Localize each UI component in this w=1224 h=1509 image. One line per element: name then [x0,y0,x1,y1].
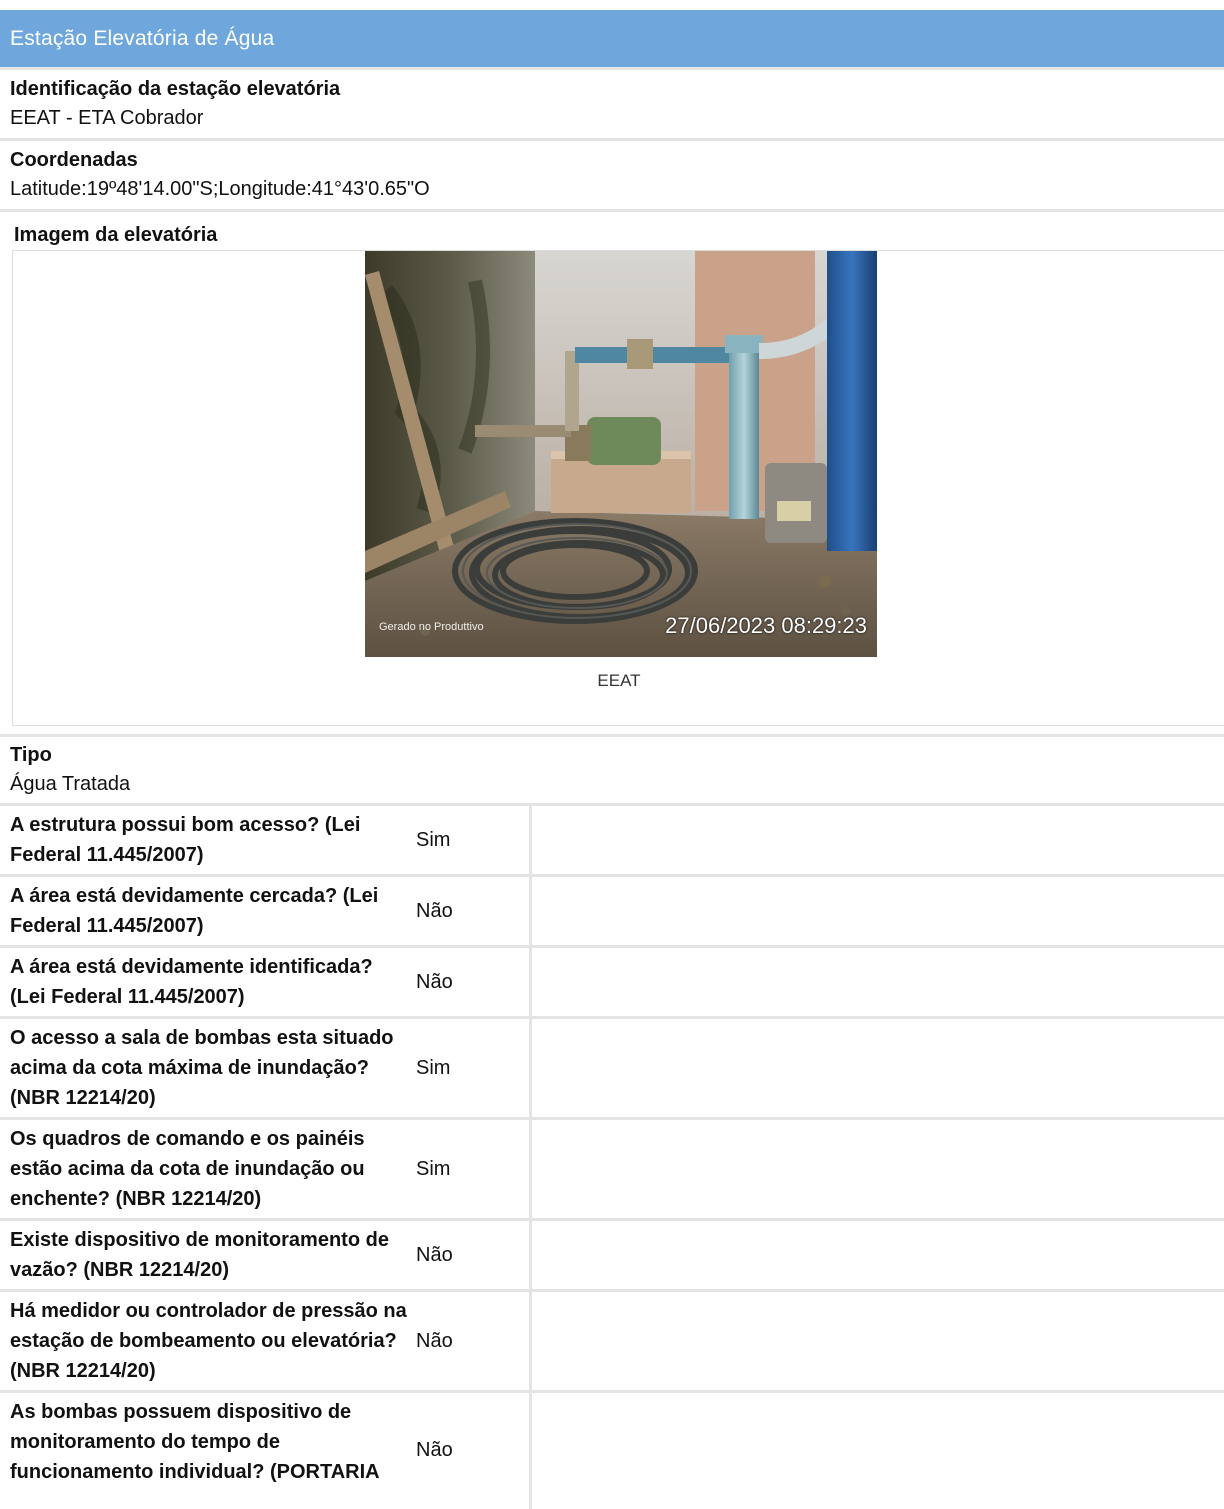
image-caption: EEAT [597,671,641,690]
notes-cell [530,1290,1224,1393]
checklist-table: A estrutura possui bom acesso? (Lei Fede… [0,806,1224,1509]
answer-text: Não [408,875,532,948]
checklist-row: Há medidor ou controlador de pressão na … [0,1290,1224,1393]
coordinates-label: Coordenadas [10,149,138,171]
checklist-row: A área está devidamente cercada? (Lei Fe… [0,875,1224,948]
checklist-row: Os quadros de comando e os painéis estão… [0,1118,1224,1221]
question-text: A área está devidamente cercada? (Lei Fe… [0,875,408,948]
report-page: Estação Elevatória de Água Identificação… [0,0,1224,1509]
answer-text: Não [408,1290,532,1393]
type-field: Tipo Água Tratada [0,744,1224,796]
checklist-row: A área está devidamente identificada? (L… [0,946,1224,1019]
question-text: Os quadros de comando e os painéis estão… [0,1118,408,1221]
question-text: Existe dispositivo de monitoramento de v… [0,1219,408,1292]
answer-text: Não [408,1391,532,1509]
answer-text: Não [408,1219,532,1292]
question-text: A área está devidamente identificada? (L… [0,946,408,1019]
section-title: Estação Elevatória de Água [0,10,1224,67]
checklist-row: Existe dispositivo de monitoramento de v… [0,1219,1224,1292]
checklist-row: A estrutura possui bom acesso? (Lei Fede… [0,806,1224,877]
answer-text: Sim [408,806,532,877]
notes-cell [530,1219,1224,1292]
coordinates-field: Coordenadas Latitude:19º48'14.00"S;Longi… [0,149,1224,201]
image-label: Imagem da elevatória [14,224,218,246]
coordinates-value: Latitude:19º48'14.00"S;Longitude:41°43'0… [10,178,430,200]
question-text: A estrutura possui bom acesso? (Lei Fede… [0,806,408,877]
type-value: Água Tratada [10,773,131,795]
notes-cell [530,1118,1224,1221]
image-field-label-wrap: Imagem da elevatória [0,224,1224,247]
answer-text: Sim [408,1118,532,1221]
photo-timestamp: 27/06/2023 08:29:23 [665,613,867,638]
divider [0,138,1224,141]
divider [0,734,1224,737]
image-frame: Gerado no Produttivo 27/06/2023 08:29:23… [12,250,1224,726]
checklist-row: O acesso a sala de bombas esta situado a… [0,1017,1224,1120]
identification-field: Identificação da estação elevatória EEAT… [0,78,1224,130]
notes-cell [530,1392,1224,1509]
identification-value: EEAT - ETA Cobrador [10,107,204,129]
notes-cell [530,1017,1224,1120]
pump-station-photo: Gerado no Produttivo 27/06/2023 08:29:23 [365,251,877,657]
divider [0,67,1224,70]
notes-cell [530,806,1224,877]
question-text: Há medidor ou controlador de pressão na … [0,1290,408,1393]
answer-text: Sim [408,1017,532,1120]
checklist-row: As bombas possuem dispositivo de monitor… [0,1391,1224,1509]
photo-watermark: Gerado no Produttivo [379,621,484,633]
answer-text: Não [408,946,532,1019]
question-text: As bombas possuem dispositivo de monitor… [10,1401,380,1483]
type-label: Tipo [10,744,52,766]
question-text: O acesso a sala de bombas esta situado a… [0,1017,408,1120]
pump-station-photo-art [365,251,877,657]
notes-cell [530,946,1224,1019]
notes-cell [530,875,1224,948]
identification-label: Identificação da estação elevatória [10,78,341,100]
divider [0,209,1224,212]
